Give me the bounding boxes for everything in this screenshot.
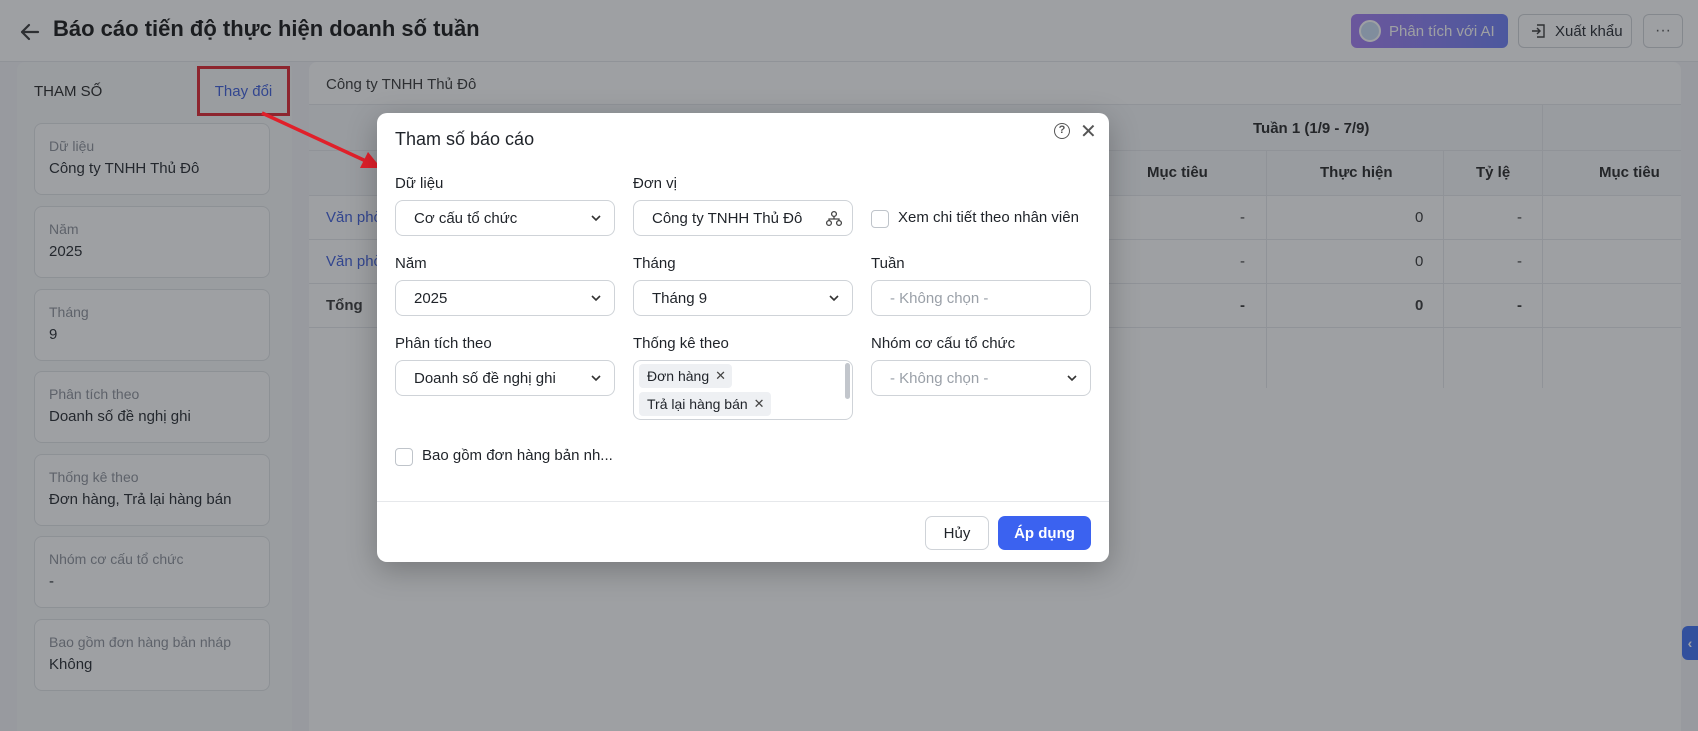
unit-picker-value: Công ty TNHH Thủ Đô (652, 209, 803, 227)
stat-tag-label: Trả lại hàng bán (647, 396, 748, 412)
include-draft-label: Bao gồm đơn hàng bản nh... (422, 447, 613, 464)
org-group-select[interactable]: - Không chọn - (871, 360, 1091, 396)
dialog-title: Tham số báo cáo (395, 129, 535, 149)
cancel-button[interactable]: Hủy (925, 516, 989, 550)
stat-tag: Trả lại hàng bán ✕ (639, 392, 771, 416)
year-select-value: 2025 (414, 289, 448, 307)
scrollbar[interactable] (845, 363, 850, 399)
detail-by-employee-label: Xem chi tiết theo nhân viên (898, 209, 1079, 226)
analyze-select-value: Doanh số đề nghị ghi (414, 369, 556, 387)
year-select[interactable]: 2025 (395, 280, 615, 316)
apply-button[interactable]: Áp dụng (998, 516, 1091, 550)
remove-tag-icon[interactable]: ✕ (754, 396, 765, 412)
week-select-placeholder: - Không chọn - (890, 289, 989, 307)
dialog-footer: Hủy Áp dụng (377, 501, 1109, 562)
detail-by-employee-checkbox[interactable] (871, 210, 889, 228)
unit-label: Đơn vị (633, 175, 678, 192)
chevron-down-icon (591, 215, 601, 222)
analyze-label: Phân tích theo (395, 335, 492, 352)
chevron-down-icon (1067, 375, 1077, 382)
org-group-label: Nhóm cơ cấu tổ chức (871, 335, 1016, 352)
data-select-value: Cơ cấu tổ chức (414, 209, 518, 227)
data-select[interactable]: Cơ cấu tổ chức (395, 200, 615, 236)
data-label: Dữ liệu (395, 175, 444, 192)
month-select-value: Tháng 9 (652, 289, 708, 307)
chevron-down-icon (591, 375, 601, 382)
org-tree-icon[interactable] (825, 210, 843, 228)
stat-tag: Đơn hàng ✕ (639, 364, 733, 388)
month-label: Tháng (633, 255, 676, 272)
remove-tag-icon[interactable]: ✕ (715, 368, 726, 384)
report-parameters-dialog: Tham số báo cáo ? ✕ Dữ liệu Cơ cấu tổ ch… (377, 113, 1109, 562)
week-label: Tuần (871, 255, 905, 272)
stat-tag-label: Đơn hàng (647, 368, 710, 384)
week-select[interactable]: - Không chọn - (871, 280, 1091, 316)
org-group-placeholder: - Không chọn - (890, 369, 989, 387)
include-draft-checkbox[interactable] (395, 448, 413, 466)
chevron-down-icon (829, 295, 839, 302)
unit-picker[interactable]: Công ty TNHH Thủ Đô (633, 200, 853, 236)
analyze-select[interactable]: Doanh số đề nghị ghi (395, 360, 615, 396)
year-label: Năm (395, 255, 427, 272)
stat-multiselect[interactable]: Đơn hàng ✕ Trả lại hàng bán ✕ (633, 360, 853, 420)
chevron-down-icon (591, 295, 601, 302)
month-select[interactable]: Tháng 9 (633, 280, 853, 316)
stat-label: Thống kê theo (633, 335, 729, 352)
help-icon[interactable]: ? (1054, 123, 1070, 139)
close-icon[interactable]: ✕ (1080, 119, 1097, 144)
